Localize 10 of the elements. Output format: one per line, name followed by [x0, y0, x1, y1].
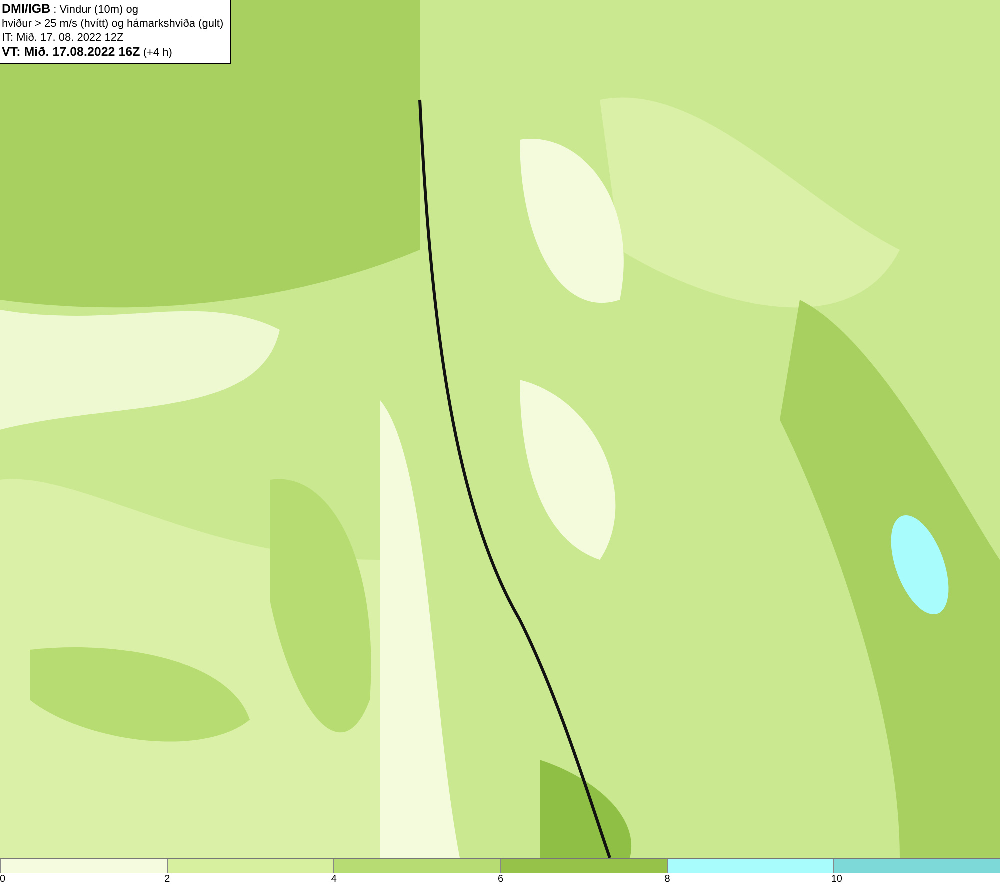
- info-text: VT: Mið. 17.08.2022 16Z (+4 h): [2, 45, 174, 60]
- info-text: DMI/IGB : Vindur (10m) og: [2, 2, 140, 17]
- legend-tick-label: 10: [831, 873, 842, 887]
- legend-tick-label: 6: [498, 873, 504, 887]
- info-text: IT: Mið. 17. 08. 2022 12Z: [2, 31, 125, 45]
- legend-tick-label: 4: [331, 873, 337, 887]
- legend-tick-label: 2: [164, 873, 170, 887]
- info-text: hviður > 25 m/s (hvítt) og hámarkshviða (gult): [2, 17, 224, 31]
- legend-tick-label: 0: [0, 873, 6, 887]
- legend-tick-label: 8: [664, 873, 670, 887]
